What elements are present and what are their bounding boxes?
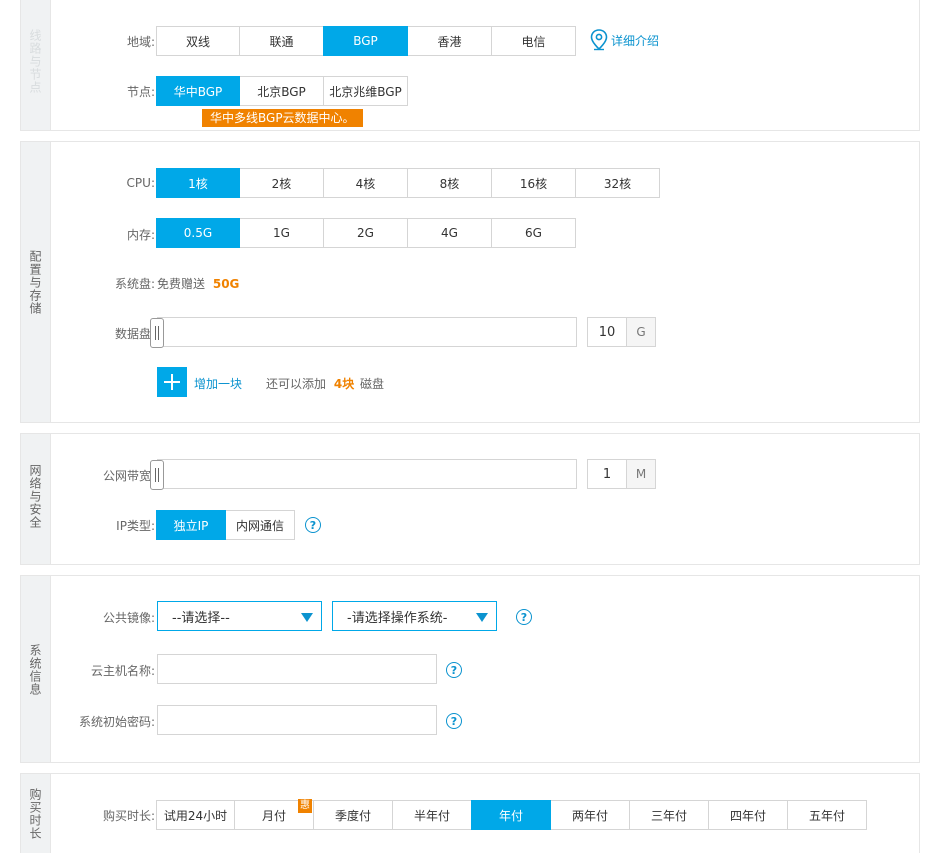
region-option-dianxin[interactable]: 电信 xyxy=(491,26,576,56)
ip-type-label: IP类型: xyxy=(116,519,155,533)
purchase-option-trial[interactable]: 试用24小时 xyxy=(156,800,235,830)
ip-type-option-intranet[interactable]: 内网通信 xyxy=(225,510,295,540)
region-option-shuangxian[interactable]: 双线 xyxy=(156,26,240,56)
plus-icon xyxy=(164,374,180,390)
question-circle-icon[interactable]: ? xyxy=(446,662,462,678)
memory-label: 内存: xyxy=(126,228,155,242)
bandwidth-value-box: 1 M xyxy=(587,459,656,489)
purchase-option-quarterly[interactable]: 季度付 xyxy=(313,800,393,830)
system-disk-text: 免费赠送 xyxy=(157,277,206,291)
bandwidth-slider[interactable] xyxy=(150,459,577,490)
region-panel: 线路与节点 地域: 双线 联通 BGP 香港 电信 详细介绍 节点: 华中BGP… xyxy=(20,0,920,131)
cpu-options: 1核 2核 4核 8核 16核 32核 xyxy=(156,168,660,198)
detail-link-text: 详细介绍 xyxy=(611,33,660,48)
memory-option-4g[interactable]: 4G xyxy=(407,218,492,248)
system-disk-info: 免费赠送 50G xyxy=(157,275,239,292)
cpu-label: CPU: xyxy=(126,176,155,190)
system-disk-size: 50G xyxy=(212,277,240,291)
data-disk-unit: G xyxy=(627,317,656,347)
ip-type-option-dedicated[interactable]: 独立IP xyxy=(156,510,226,540)
purchase-options: 试用24小时 月付 季度付 半年付 年付 两年付 三年付 四年付 五年付 xyxy=(156,800,867,830)
node-option-beijing[interactable]: 北京BGP xyxy=(239,76,324,106)
region-label: 地域: xyxy=(126,35,155,49)
data-disk-value[interactable]: 10 xyxy=(587,317,627,347)
slider-handle[interactable] xyxy=(150,318,164,348)
memory-option-1g[interactable]: 1G xyxy=(239,218,324,248)
cpu-option-4[interactable]: 4核 xyxy=(323,168,408,198)
system-panel: 系统信息 公共镜像: --请选择-- -请选择操作系统- ? 云主机名称: ? … xyxy=(20,575,920,763)
remaining-disks: 还可以添加 4块 磁盘 xyxy=(266,375,384,392)
caret-down-icon xyxy=(476,613,488,622)
question-circle-icon[interactable]: ? xyxy=(446,713,462,729)
purchase-option-four-years[interactable]: 四年付 xyxy=(708,800,788,830)
region-option-hongkong[interactable]: 香港 xyxy=(407,26,492,56)
os-select[interactable]: -请选择操作系统- xyxy=(332,601,497,631)
image-type-select-value: --请选择-- xyxy=(172,610,230,626)
section-sidebar: 线路与节点 xyxy=(21,0,51,130)
memory-options: 0.5G 1G 2G 4G 6G xyxy=(156,218,576,248)
question-circle-icon[interactable]: ? xyxy=(516,609,532,625)
question-circle-icon[interactable]: ? xyxy=(305,517,321,533)
bandwidth-unit: M xyxy=(627,459,656,489)
cpu-option-1[interactable]: 1核 xyxy=(156,168,240,198)
region-option-liantong[interactable]: 联通 xyxy=(239,26,324,56)
image-type-select[interactable]: --请选择-- xyxy=(157,601,322,631)
data-disk-label: 数据盘: xyxy=(114,327,155,341)
purchase-option-yearly[interactable]: 年付 xyxy=(471,800,551,830)
password-input[interactable] xyxy=(157,705,437,735)
purchase-panel: 购买时长 购买时长: 试用24小时 月付 季度付 半年付 年付 两年付 三年付 … xyxy=(20,773,920,853)
network-panel: 网络与安全 公网带宽: 1 M IP类型: 独立IP 内网通信 ? xyxy=(20,433,920,565)
purchase-option-three-years[interactable]: 三年付 xyxy=(629,800,709,830)
region-options: 双线 联通 BGP 香港 电信 xyxy=(156,26,576,56)
hostname-input[interactable] xyxy=(157,654,437,684)
remaining-suffix: 磁盘 xyxy=(360,377,385,391)
purchase-label: 购买时长: xyxy=(102,809,155,823)
purchase-option-two-years[interactable]: 两年付 xyxy=(550,800,630,830)
region-option-bgp[interactable]: BGP xyxy=(323,26,408,56)
cpu-option-16[interactable]: 16核 xyxy=(491,168,576,198)
node-option-huazhong[interactable]: 华中BGP xyxy=(156,76,240,106)
hostname-label: 云主机名称: xyxy=(90,664,155,678)
detail-link[interactable]: 详细介绍 xyxy=(590,29,659,51)
bandwidth-label: 公网带宽: xyxy=(102,469,155,483)
memory-option-2g[interactable]: 2G xyxy=(323,218,408,248)
bandwidth-value[interactable]: 1 xyxy=(587,459,627,489)
cpu-option-8[interactable]: 8核 xyxy=(407,168,492,198)
remaining-prefix: 还可以添加 xyxy=(266,377,327,391)
node-options: 华中BGP 北京BGP 北京兆维BGP xyxy=(156,76,408,106)
discount-badge: 惠 xyxy=(298,799,312,813)
caret-down-icon xyxy=(301,613,313,622)
data-disk-slider[interactable] xyxy=(150,317,577,348)
node-option-beijing-zhaowei[interactable]: 北京兆维BGP xyxy=(323,76,408,106)
add-disk-link[interactable]: 增加一块 xyxy=(194,375,242,392)
node-tooltip: 华中多线BGP云数据中心。 xyxy=(202,109,363,127)
add-disk-button[interactable] xyxy=(157,367,187,397)
node-label: 节点: xyxy=(126,85,155,99)
section-sidebar: 网络与安全 xyxy=(21,434,51,564)
remaining-count: 4块 xyxy=(333,377,355,391)
system-disk-label: 系统盘: xyxy=(114,277,155,291)
data-disk-value-box: 10 G xyxy=(587,317,656,347)
purchase-option-half-year[interactable]: 半年付 xyxy=(392,800,472,830)
memory-option-0.5g[interactable]: 0.5G xyxy=(156,218,240,248)
os-select-value: -请选择操作系统- xyxy=(347,610,448,626)
image-label: 公共镜像: xyxy=(102,611,155,625)
config-panel: 配置与存储 CPU: 1核 2核 4核 8核 16核 32核 内存: 0.5G … xyxy=(20,141,920,423)
cpu-option-2[interactable]: 2核 xyxy=(239,168,324,198)
location-pin-icon xyxy=(590,29,608,51)
password-label: 系统初始密码: xyxy=(78,715,155,729)
slider-handle[interactable] xyxy=(150,460,164,490)
purchase-option-five-years[interactable]: 五年付 xyxy=(787,800,867,830)
ip-type-options: 独立IP 内网通信 xyxy=(156,510,295,540)
memory-option-6g[interactable]: 6G xyxy=(491,218,576,248)
cpu-option-32[interactable]: 32核 xyxy=(575,168,660,198)
